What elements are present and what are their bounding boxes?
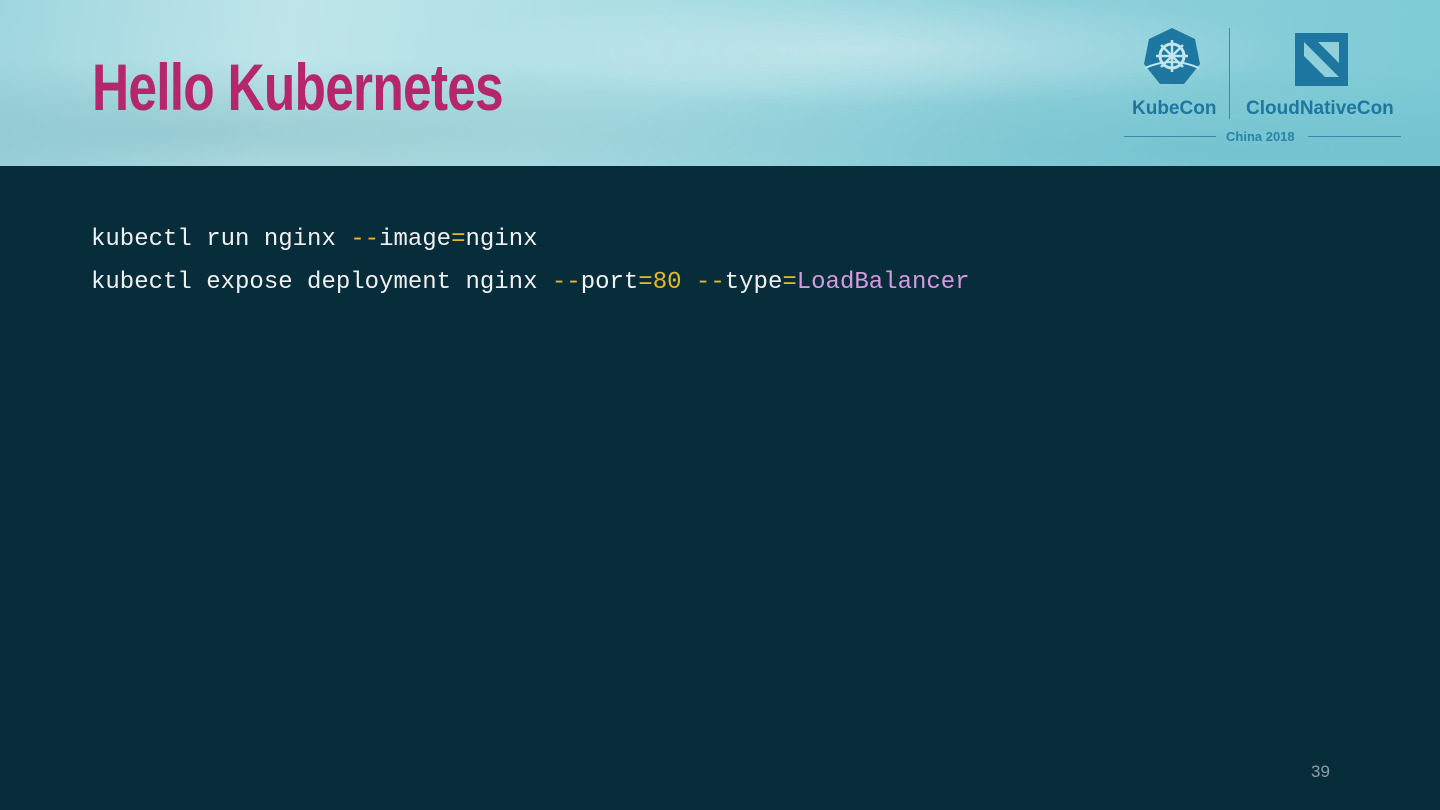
code-equals: =	[451, 226, 466, 253]
logo-rule-left	[1124, 136, 1216, 137]
code-flag-name: image	[379, 226, 452, 253]
code-command: kubectl run nginx	[91, 226, 351, 253]
code-command: kubectl expose deployment nginx	[91, 269, 552, 296]
code-value: nginx	[465, 226, 538, 253]
code-equals: =	[638, 269, 653, 296]
code-flag-prefix: --	[695, 269, 725, 296]
cloudnativecon-logo-icon	[1295, 33, 1348, 86]
slide-title: Hello Kubernetes	[92, 50, 504, 124]
code-line-2: kubectl expose deployment nginx --port=8…	[91, 269, 970, 296]
slide-header: Hello Kubernetes KubeCon CloudNativeCon …	[0, 0, 1440, 166]
logo-rule-right	[1308, 136, 1401, 137]
code-line-1: kubectl run nginx --image=nginx	[91, 226, 538, 253]
code-number-value: 80	[652, 269, 682, 296]
kubecon-label: KubeCon	[1132, 98, 1217, 119]
code-flag-prefix: --	[350, 226, 380, 253]
logo-divider	[1229, 28, 1230, 119]
code-flag-prefix: --	[551, 269, 581, 296]
code-flag-name: type	[724, 269, 783, 296]
event-label: China 2018	[1226, 129, 1295, 144]
kubecon-logo-icon	[1144, 28, 1200, 84]
code-string-value: LoadBalancer	[796, 269, 970, 296]
page-number: 39	[1311, 762, 1330, 781]
cloudnativecon-label: CloudNativeCon	[1246, 98, 1394, 119]
code-equals: =	[782, 269, 797, 296]
code-flag-name: port	[580, 269, 639, 296]
